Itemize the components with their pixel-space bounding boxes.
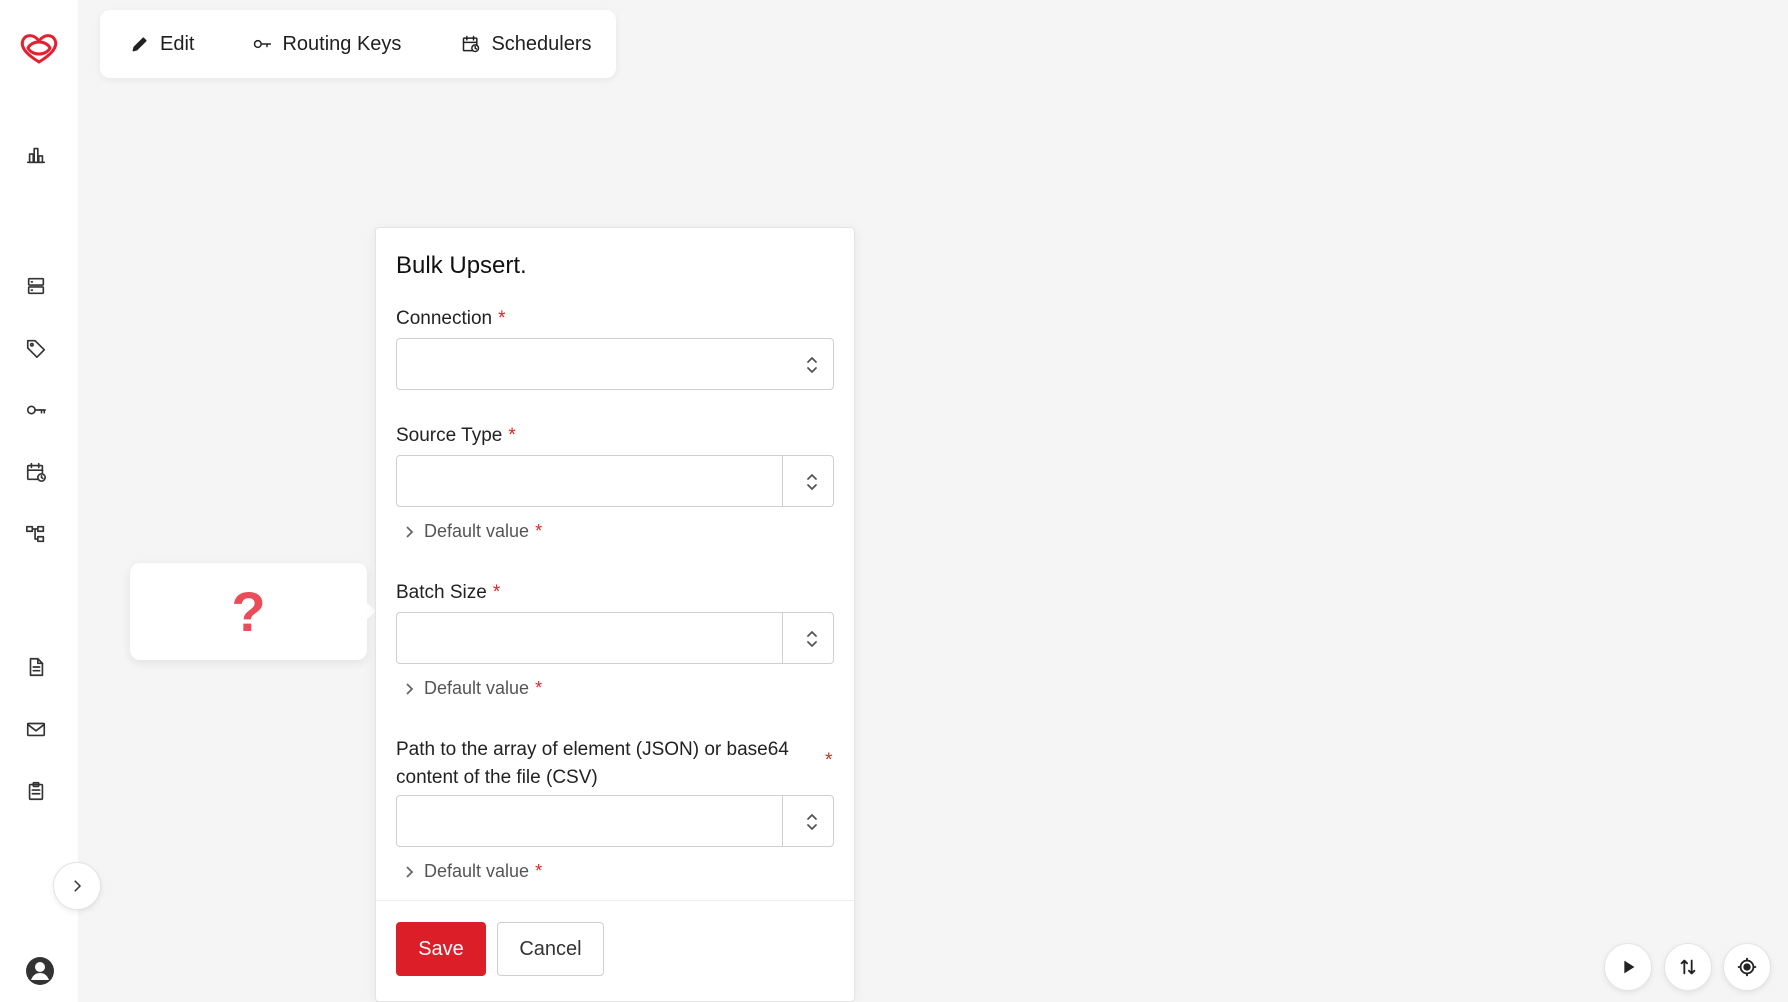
user-circle-icon xyxy=(26,957,54,985)
routing-keys-button[interactable]: Routing Keys xyxy=(252,24,401,64)
target-icon xyxy=(1737,957,1757,977)
hierarchy-icon xyxy=(26,525,45,543)
bar-chart-icon xyxy=(26,147,46,164)
required-mark: * xyxy=(492,582,501,603)
sidebar-item-connections[interactable] xyxy=(21,271,51,301)
sidebar-expand-button[interactable] xyxy=(53,862,101,910)
bulk-upsert-panel: Bulk Upsert. Connection * Source Type * De… xyxy=(375,227,855,1002)
top-toolbar: Edit Routing Keys Schedulers xyxy=(100,10,616,78)
select-divider xyxy=(782,613,783,663)
source-type-label: Source Type * xyxy=(396,425,516,446)
sort-arrows-icon xyxy=(1680,959,1696,975)
chevron-right-icon xyxy=(74,880,82,892)
select-divider xyxy=(782,456,783,506)
batch-size-label: Batch Size * xyxy=(396,582,501,603)
routing-keys-label: Routing Keys xyxy=(282,32,402,55)
recenter-button[interactable] xyxy=(1723,943,1771,991)
play-icon xyxy=(1624,960,1635,974)
mail-icon xyxy=(26,722,46,737)
chevron-right-icon xyxy=(406,865,414,878)
panel-divider xyxy=(376,900,854,901)
schedulers-button[interactable]: Schedulers xyxy=(461,24,592,64)
batch-size-select[interactable] xyxy=(396,612,834,664)
required-mark: * xyxy=(508,425,516,446)
required-mark: * xyxy=(498,308,506,329)
chevron-right-icon xyxy=(406,682,414,695)
chevron-right-icon xyxy=(406,525,414,538)
sidebar-item-schedulers[interactable] xyxy=(21,457,51,487)
connection-label: Connection * xyxy=(396,308,506,329)
flow-node[interactable]: ? xyxy=(130,563,376,660)
select-arrows-icon[interactable] xyxy=(805,627,819,651)
source-type-default-value-toggle[interactable]: Default value * xyxy=(404,521,542,542)
cancel-button[interactable]: Cancel xyxy=(497,922,604,976)
schedulers-label: Schedulers xyxy=(491,32,592,55)
select-arrows-icon[interactable] xyxy=(805,470,819,494)
select-divider xyxy=(782,796,783,846)
question-icon: ? xyxy=(231,579,266,643)
app-logo[interactable] xyxy=(16,28,62,68)
run-button[interactable] xyxy=(1604,943,1652,991)
sidebar-item-mail[interactable] xyxy=(21,714,51,744)
calendar-clock-icon xyxy=(463,35,480,53)
connection-select[interactable] xyxy=(396,338,834,390)
select-arrows-icon xyxy=(805,353,819,377)
path-default-value-toggle[interactable]: Default value * xyxy=(404,861,542,882)
profile-avatar[interactable] xyxy=(24,955,56,987)
calendar-clock-icon xyxy=(26,462,46,482)
key-icon xyxy=(254,39,272,49)
sort-button[interactable] xyxy=(1664,943,1712,991)
sidebar xyxy=(0,0,101,1002)
edit-button[interactable]: Edit xyxy=(130,24,194,64)
path-label: Path to the array of element (JSON) or b… xyxy=(396,739,789,788)
tag-icon xyxy=(26,339,46,358)
server-icon xyxy=(27,277,45,295)
select-arrows-icon[interactable] xyxy=(805,810,819,834)
pencil-icon xyxy=(132,37,147,52)
sidebar-item-dashboard[interactable] xyxy=(21,140,51,170)
required-mark: * xyxy=(825,750,833,771)
clipboard-icon xyxy=(28,781,44,801)
panel-title: Bulk Upsert. xyxy=(396,252,527,279)
path-select[interactable] xyxy=(396,795,834,847)
document-icon xyxy=(29,657,44,677)
key-icon xyxy=(26,405,46,415)
sidebar-item-documents[interactable] xyxy=(21,652,51,682)
sidebar-item-logs[interactable] xyxy=(21,776,51,806)
sidebar-item-flows[interactable] xyxy=(21,519,51,549)
edit-label: Edit xyxy=(160,32,195,55)
source-type-select[interactable] xyxy=(396,455,834,507)
sidebar-item-tags[interactable] xyxy=(21,333,51,363)
save-button[interactable]: Save xyxy=(396,922,486,976)
sidebar-item-keys[interactable] xyxy=(21,395,51,425)
batch-size-default-value-toggle[interactable]: Default value * xyxy=(404,678,542,699)
